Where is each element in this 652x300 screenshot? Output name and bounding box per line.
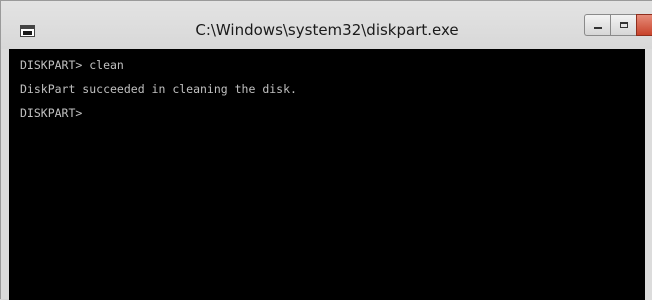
minimize-button[interactable] bbox=[584, 14, 610, 36]
window-controls: ✕ bbox=[584, 14, 652, 36]
title-bar[interactable]: C:\Windows\system32\diskpart.exe ✕ bbox=[1, 1, 652, 49]
console-line-prompt: DISKPART> bbox=[20, 106, 83, 120]
maximize-icon bbox=[619, 22, 628, 28]
console-line-result: DiskPart succeeded in cleaning the disk. bbox=[20, 82, 297, 96]
close-button[interactable]: ✕ bbox=[636, 14, 652, 36]
minimize-icon bbox=[593, 27, 602, 29]
console-line-command: DISKPART> clean bbox=[20, 58, 124, 72]
window-right-border bbox=[645, 49, 652, 300]
console-output[interactable]: DISKPART> clean DiskPart succeeded in cl… bbox=[9, 49, 645, 300]
maximize-button[interactable] bbox=[610, 14, 636, 36]
console-window: C:\Windows\system32\diskpart.exe ✕ DISKP… bbox=[0, 0, 652, 300]
window-title: C:\Windows\system32\diskpart.exe bbox=[195, 21, 459, 39]
